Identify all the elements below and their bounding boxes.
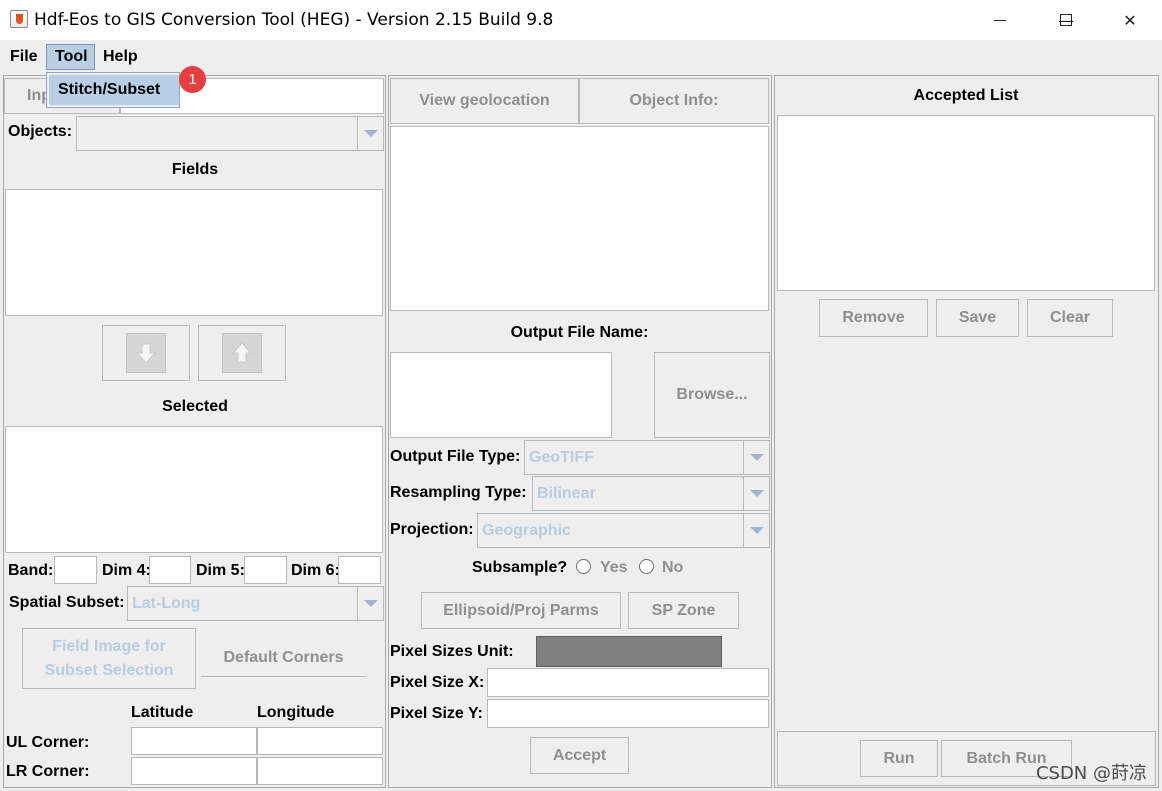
pixel-size-y-label: Pixel Size Y: bbox=[390, 705, 483, 722]
resampling-type-label: Resampling Type: bbox=[390, 484, 527, 501]
menu-file[interactable]: File bbox=[2, 44, 46, 70]
dim6-field[interactable] bbox=[338, 556, 381, 584]
arrow-down-icon bbox=[126, 333, 166, 373]
ul-corner-label: UL Corner: bbox=[6, 734, 90, 751]
projection-label: Projection: bbox=[390, 521, 474, 538]
ul-latitude-field[interactable] bbox=[131, 727, 257, 755]
output-file-name-label: Output File Name: bbox=[510, 324, 649, 341]
chevron-down-icon bbox=[743, 514, 769, 547]
selected-list[interactable] bbox=[5, 426, 383, 553]
accept-button[interactable]: Accept bbox=[530, 737, 629, 774]
minimize-button[interactable] bbox=[972, 0, 1028, 40]
window-title: Hdf-Eos to GIS Conversion Tool (HEG) - V… bbox=[34, 10, 554, 30]
watermark: CSDN @莳凉 bbox=[1035, 763, 1147, 784]
pixel-size-y-field[interactable] bbox=[487, 699, 769, 728]
dim6-label: Dim 6: bbox=[291, 562, 340, 579]
object-info-button[interactable]: Object Info: bbox=[579, 78, 769, 124]
close-icon: ✕ bbox=[1123, 10, 1137, 30]
band-field[interactable] bbox=[54, 556, 97, 584]
selected-label: Selected bbox=[162, 398, 228, 415]
dim5-field[interactable] bbox=[244, 556, 287, 584]
chevron-down-icon bbox=[357, 117, 383, 150]
subsample-no-radio[interactable] bbox=[639, 559, 654, 574]
remove-button[interactable]: Remove bbox=[819, 299, 928, 337]
pixel-sizes-unit-select[interactable] bbox=[536, 636, 722, 667]
ul-longitude-field[interactable] bbox=[257, 727, 383, 755]
chevron-down-icon bbox=[743, 441, 769, 474]
resampling-type-select[interactable]: Bilinear bbox=[532, 476, 770, 511]
latitude-label: Latitude bbox=[131, 704, 194, 721]
chevron-down-icon bbox=[357, 587, 383, 620]
object-info-area[interactable] bbox=[390, 126, 769, 311]
step-badge: 1 bbox=[179, 66, 206, 93]
pixel-size-x-field[interactable] bbox=[487, 668, 769, 697]
add-field-button[interactable] bbox=[102, 325, 190, 381]
sp-zone-button[interactable]: SP Zone bbox=[628, 592, 739, 629]
lr-latitude-field[interactable] bbox=[131, 757, 257, 785]
longitude-label: Longitude bbox=[257, 704, 335, 721]
dim4-field[interactable] bbox=[149, 556, 191, 584]
output-file-type-label: Output File Type: bbox=[390, 448, 521, 465]
objects-label: Objects: bbox=[8, 123, 73, 140]
ellipsoid-proj-parms-button[interactable]: Ellipsoid/Proj Parms bbox=[421, 592, 621, 629]
close-button[interactable]: ✕ bbox=[1102, 0, 1158, 40]
fields-list[interactable] bbox=[5, 189, 383, 316]
pixel-sizes-unit-label: Pixel Sizes Unit: bbox=[390, 643, 514, 660]
java-app-icon bbox=[10, 10, 28, 28]
output-file-name-field[interactable] bbox=[390, 352, 612, 438]
lr-longitude-field[interactable] bbox=[257, 757, 383, 785]
maximize-button[interactable] bbox=[1038, 0, 1094, 40]
accepted-list[interactable] bbox=[777, 115, 1155, 291]
resampling-type-value: Bilinear bbox=[537, 484, 596, 502]
maximize-icon bbox=[1060, 14, 1072, 26]
band-label: Band: bbox=[8, 562, 54, 579]
remove-field-button[interactable] bbox=[198, 325, 286, 381]
clear-button[interactable]: Clear bbox=[1027, 299, 1113, 337]
spatial-subset-select[interactable]: Lat-Long bbox=[127, 586, 384, 621]
subsample-yes-radio[interactable] bbox=[576, 559, 591, 574]
menu-item-stitch-subset[interactable]: Stitch/Subset bbox=[49, 75, 179, 105]
menu-help[interactable]: Help bbox=[95, 44, 146, 70]
chevron-down-icon bbox=[743, 477, 769, 510]
output-file-type-value: GeoTIFF bbox=[529, 448, 594, 466]
projection-value: Geographic bbox=[482, 521, 571, 539]
output-file-type-select[interactable]: GeoTIFF bbox=[524, 440, 770, 475]
tool-menu-dropdown: Stitch/Subset bbox=[46, 72, 180, 108]
objects-select[interactable] bbox=[76, 116, 384, 151]
menu-tool[interactable]: Tool bbox=[46, 44, 95, 70]
pixel-size-x-label: Pixel Size X: bbox=[390, 674, 485, 691]
menu-bar: File Tool Help bbox=[0, 40, 1162, 72]
save-button[interactable]: Save bbox=[936, 299, 1019, 337]
minimize-icon bbox=[994, 19, 1006, 21]
field-image-button[interactable]: Field Image for Subset Selection bbox=[22, 628, 196, 689]
accepted-list-label: Accepted List bbox=[913, 87, 1019, 104]
arrow-up-icon bbox=[222, 333, 262, 373]
dim4-label: Dim 4: bbox=[102, 562, 151, 579]
lr-corner-label: LR Corner: bbox=[6, 763, 90, 780]
view-geolocation-button[interactable]: View geolocation bbox=[390, 78, 579, 124]
run-button[interactable]: Run bbox=[860, 740, 938, 777]
spatial-subset-value: Lat-Long bbox=[132, 594, 201, 612]
default-corners-button[interactable]: Default Corners bbox=[201, 639, 366, 677]
subsample-label: Subsample? bbox=[472, 559, 568, 576]
projection-select[interactable]: Geographic bbox=[477, 513, 770, 548]
subsample-no-label: No bbox=[662, 559, 684, 576]
spatial-subset-label: Spatial Subset: bbox=[9, 594, 125, 611]
browse-button[interactable]: Browse... bbox=[654, 352, 770, 438]
subsample-yes-label: Yes bbox=[600, 559, 628, 576]
fields-label: Fields bbox=[171, 161, 219, 178]
dim5-label: Dim 5: bbox=[196, 562, 245, 579]
